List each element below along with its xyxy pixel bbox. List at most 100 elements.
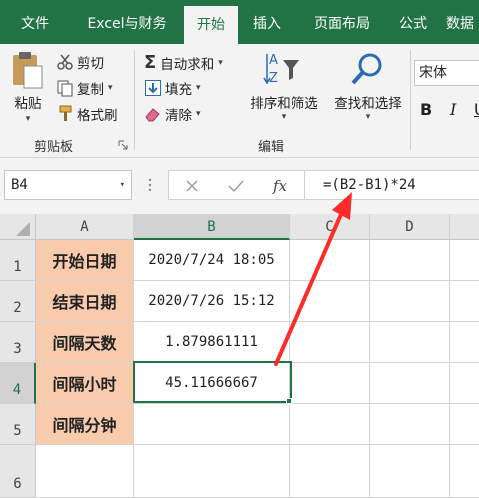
empty-cell[interactable] <box>450 363 479 404</box>
worksheet-grid: A B C D 1 开始日期 2020/7/24 18:05 2 结束日期 2020/7/… <box>0 214 479 498</box>
column-header-a[interactable]: A <box>36 214 134 240</box>
empty-cell[interactable] <box>290 281 370 322</box>
name-box-value: B4 <box>11 177 28 193</box>
column-header-b[interactable]: B <box>134 214 290 240</box>
empty-cell[interactable] <box>370 363 450 404</box>
fill-button[interactable]: 填充 ▾ <box>144 78 201 98</box>
value-cell[interactable]: 2020/7/26 15:12 <box>134 281 290 322</box>
row-header-2[interactable]: 2 <box>0 281 36 322</box>
row-header-1[interactable]: 1 <box>0 240 36 281</box>
formula-buttons: fx <box>168 170 304 200</box>
ribbon: 粘贴 ▾ 剪切 复制 ▾ 格式刷 剪贴板 Σ 自动求和 ▾ 填充 ▾ 清除 ▾ … <box>0 44 479 158</box>
empty-cell[interactable] <box>290 445 370 498</box>
magnifier-icon <box>351 53 381 85</box>
paste-dropdown-icon[interactable]: ▾ <box>26 114 31 124</box>
empty-cell[interactable] <box>450 322 479 363</box>
clipboard-dialog-launcher-icon[interactable] <box>118 140 128 150</box>
find-select-label: 查找和选择 <box>334 96 402 112</box>
format-painter-button[interactable]: 格式刷 <box>56 104 118 124</box>
value-cell[interactable]: 2020/7/24 18:05 <box>134 240 290 281</box>
tab-home[interactable]: 开始 <box>184 6 238 44</box>
copy-icon <box>57 80 73 97</box>
empty-cell[interactable] <box>290 363 370 404</box>
sigma-icon: Σ <box>144 52 157 73</box>
empty-cell[interactable] <box>370 445 450 498</box>
autosum-button[interactable]: Σ 自动求和 ▾ <box>144 52 223 73</box>
empty-cell[interactable] <box>370 404 450 445</box>
checkmark-icon <box>228 180 244 193</box>
select-all-corner[interactable] <box>0 214 36 240</box>
svg-text:A: A <box>269 53 278 68</box>
enter-formula-button[interactable] <box>225 175 247 197</box>
row-header-4[interactable]: 4 <box>0 363 36 404</box>
column-header-e[interactable] <box>450 214 479 240</box>
row-header-5[interactable]: 5 <box>0 404 36 445</box>
tab-excel-finance[interactable]: Excel与财务 <box>74 0 180 44</box>
cut-label: 剪切 <box>77 56 104 72</box>
label-cell[interactable]: 间隔分钟 <box>36 404 134 445</box>
value-cell[interactable] <box>134 445 290 498</box>
copy-button[interactable]: 复制 ▾ <box>56 78 113 98</box>
tab-formulas[interactable]: 公式 <box>388 0 438 44</box>
empty-cell[interactable] <box>370 240 450 281</box>
name-box-dropdown-icon[interactable]: ▾ <box>120 171 125 199</box>
tab-page-layout[interactable]: 页面布局 <box>302 0 382 44</box>
font-name-select[interactable]: 宋体 <box>414 60 479 86</box>
clipboard-group-label: 剪贴板 <box>34 140 74 155</box>
empty-cell[interactable] <box>290 240 370 281</box>
label-cell[interactable]: 间隔小时 <box>36 363 134 404</box>
sort-filter-dropdown-icon[interactable]: ▾ <box>282 112 287 122</box>
empty-cell[interactable] <box>290 322 370 363</box>
copy-dropdown-icon[interactable]: ▾ <box>108 83 113 93</box>
clear-button[interactable]: 清除 ▾ <box>144 104 201 124</box>
underline-button[interactable]: U <box>474 100 479 119</box>
editing-group-label: 编辑 <box>258 140 285 155</box>
autosum-dropdown-icon[interactable]: ▾ <box>218 58 223 68</box>
formula-bar: B4 ▾ fx =(B2-B1)*24 <box>0 158 479 214</box>
empty-cell[interactable] <box>370 281 450 322</box>
tab-insert[interactable]: 插入 <box>240 0 294 44</box>
find-select-dropdown-icon[interactable]: ▾ <box>366 112 371 122</box>
eraser-icon <box>145 108 160 122</box>
label-cell[interactable]: 间隔天数 <box>36 322 134 363</box>
find-select-button[interactable]: 查找和选择 ▾ <box>328 50 408 122</box>
paste-button[interactable]: 粘贴 ▾ <box>8 50 48 124</box>
ribbon-tab-bar: 文件 Excel与财务 开始 插入 页面布局 公式 数据 <box>0 0 479 44</box>
empty-cell[interactable] <box>290 404 370 445</box>
ribbon-divider <box>410 50 411 150</box>
format-painter-label: 格式刷 <box>77 108 118 124</box>
empty-cell[interactable] <box>450 445 479 498</box>
bold-button[interactable]: B <box>420 100 432 119</box>
empty-cell[interactable] <box>450 404 479 445</box>
name-box[interactable]: B4 ▾ <box>4 170 132 200</box>
value-cell[interactable]: 1.879861111 <box>134 322 290 363</box>
tab-data[interactable]: 数据 <box>446 0 479 44</box>
formula-bar-grip-icon[interactable] <box>148 178 152 192</box>
empty-cell[interactable] <box>370 322 450 363</box>
insert-function-button[interactable]: fx <box>269 175 291 197</box>
fill-handle[interactable] <box>286 398 292 404</box>
cancel-formula-button[interactable] <box>181 175 203 197</box>
empty-cell[interactable] <box>450 240 479 281</box>
autosum-label: 自动求和 <box>160 56 215 73</box>
clear-dropdown-icon[interactable]: ▾ <box>196 109 201 119</box>
value-cell[interactable]: 45.11666667 <box>134 363 290 404</box>
value-cell[interactable] <box>134 404 290 445</box>
label-cell[interactable]: 结束日期 <box>36 281 134 322</box>
fill-label: 填充 <box>165 82 192 98</box>
tab-file[interactable]: 文件 <box>8 0 62 44</box>
clear-label: 清除 <box>165 108 192 124</box>
fill-dropdown-icon[interactable]: ▾ <box>196 83 201 93</box>
formula-input[interactable]: =(B2-B1)*24 <box>304 170 479 200</box>
italic-button[interactable]: I <box>450 100 456 119</box>
empty-cell[interactable] <box>450 281 479 322</box>
column-header-d[interactable]: D <box>370 214 450 240</box>
label-cell[interactable]: 开始日期 <box>36 240 134 281</box>
column-header-c[interactable]: C <box>290 214 370 240</box>
row-header-6[interactable]: 6 <box>0 445 36 498</box>
paintbrush-icon <box>59 105 72 121</box>
cut-button[interactable]: 剪切 <box>56 52 104 72</box>
label-cell[interactable] <box>36 445 134 498</box>
row-header-3[interactable]: 3 <box>0 322 36 363</box>
sort-filter-button[interactable]: A Z 排序和筛选 ▾ <box>246 50 322 122</box>
